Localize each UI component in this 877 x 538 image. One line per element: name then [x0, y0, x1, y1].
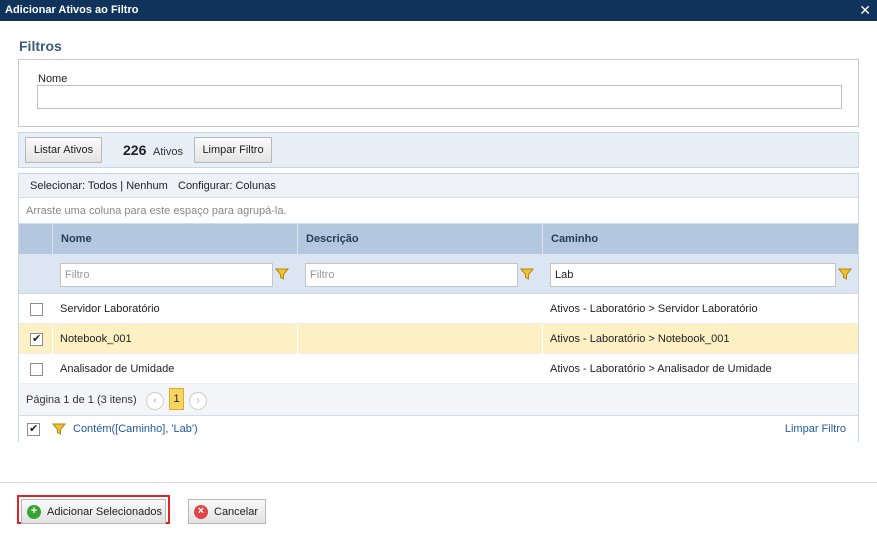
cell-caminho-text: Ativos - Laboratório > Notebook_001	[550, 333, 730, 345]
cell-caminho: Ativos - Laboratório > Analisador de Umi…	[542, 354, 858, 383]
dialog-title: Adicionar Ativos ao Filtro	[5, 4, 139, 16]
cell-nome: Notebook_001	[52, 324, 297, 353]
column-header-label: Nome	[61, 233, 92, 245]
filter-cell-caminho: Lab	[542, 254, 858, 294]
close-icon[interactable]: ✕	[859, 2, 871, 18]
filters-section-title: Filtros	[19, 38, 62, 54]
clear-filter-button[interactable]: Limpar Filtro	[194, 137, 272, 163]
header-select-cell	[19, 224, 52, 254]
assets-grid: Selecionar: Todos | Nenhum Configurar: C…	[18, 173, 859, 442]
grid-header: Nome Descrição Caminho	[19, 224, 858, 254]
add-selected-button[interactable]: + Adicionar Selecionados	[21, 499, 166, 524]
row-checkbox[interactable]	[30, 303, 43, 316]
cell-nome-text: Analisador de Umidade	[60, 363, 175, 375]
name-label: Nome	[38, 73, 68, 85]
cell-caminho-text: Ativos - Laboratório > Servidor Laborató…	[550, 303, 758, 315]
cancel-button[interactable]: × Cancelar	[188, 499, 266, 524]
pager-info: Página 1 de 1 (3 itens)	[26, 394, 137, 406]
dialog-titlebar: Adicionar Ativos ao Filtro ✕	[0, 0, 877, 21]
name-input[interactable]	[37, 85, 842, 109]
filter-funnel-icon[interactable]	[838, 267, 852, 281]
filter-funnel-icon[interactable]	[520, 267, 534, 281]
clear-filter-link[interactable]: Limpar Filtro	[785, 423, 846, 435]
list-assets-button[interactable]: Listar Ativos	[25, 137, 102, 163]
cancel-label: Cancelar	[214, 506, 259, 518]
cancel-icon: ×	[194, 505, 208, 519]
cell-caminho-text: Ativos - Laboratório > Analisador de Umi…	[550, 363, 772, 375]
filter-funnel-icon	[52, 423, 66, 435]
table-row[interactable]: Notebook_001 Ativos - Laboratório > Note…	[19, 324, 858, 354]
row-checkbox[interactable]	[30, 363, 43, 376]
column-header-nome[interactable]: Nome	[52, 224, 297, 254]
current-page-button[interactable]: 1	[169, 388, 184, 410]
cell-nome-text: Notebook_001	[60, 333, 132, 345]
filter-input-caminho[interactable]: Lab	[550, 263, 836, 287]
configure-columns-link[interactable]: Configurar: Colunas	[178, 180, 276, 192]
filter-input-descricao[interactable]: Filtro	[305, 263, 518, 287]
cell-nome: Servidor Laboratório	[52, 294, 297, 323]
cell-caminho: Ativos - Laboratório > Notebook_001	[542, 324, 858, 353]
asset-count-label: Ativos	[153, 146, 183, 158]
column-header-label: Caminho	[551, 233, 599, 245]
cell-descricao	[297, 324, 542, 353]
cell-descricao	[297, 294, 542, 323]
name-filter-panel: Nome	[18, 59, 859, 127]
grid-top-bar: Selecionar: Todos | Nenhum Configurar: C…	[19, 174, 858, 198]
row-checkbox[interactable]	[30, 332, 43, 346]
group-panel[interactable]: Arraste uma coluna para este espaço para…	[19, 198, 858, 224]
next-page-icon[interactable]: ›	[189, 392, 207, 410]
cell-nome-text: Servidor Laboratório	[60, 303, 160, 315]
table-row[interactable]: Servidor Laboratório Ativos - Laboratóri…	[19, 294, 858, 324]
cell-caminho: Ativos - Laboratório > Servidor Laborató…	[542, 294, 858, 323]
grid-filter-row: Filtro Filtro Lab	[19, 254, 858, 294]
filter-cell-nome: Filtro	[52, 254, 297, 294]
table-row[interactable]: Analisador de Umidade Ativos - Laboratór…	[19, 354, 858, 384]
prev-page-icon[interactable]: ‹	[146, 392, 164, 410]
column-header-label: Descrição	[306, 233, 359, 245]
filter-expression-bar: Contém([Caminho], 'Lab') Limpar Filtro	[19, 416, 858, 442]
cell-nome: Analisador de Umidade	[52, 354, 297, 383]
grid-pager: Página 1 de 1 (3 itens) ‹ 1 ›	[19, 384, 858, 416]
divider	[0, 482, 877, 483]
filter-cell-descricao: Filtro	[297, 254, 542, 294]
grid-toolbar: Listar Ativos 226 Ativos Limpar Filtro	[18, 132, 859, 168]
add-icon: +	[27, 505, 41, 519]
filter-expression-link[interactable]: Contém([Caminho], 'Lab')	[73, 423, 198, 435]
column-header-descricao[interactable]: Descrição	[297, 224, 542, 254]
filter-enabled-checkbox[interactable]	[27, 422, 40, 436]
select-links[interactable]: Selecionar: Todos | Nenhum	[30, 180, 168, 192]
filter-input-nome[interactable]: Filtro	[60, 263, 273, 287]
column-header-caminho[interactable]: Caminho	[542, 224, 858, 254]
cell-descricao	[297, 354, 542, 383]
asset-count: 226	[123, 142, 147, 158]
filter-funnel-icon[interactable]	[275, 267, 289, 281]
add-selected-label: Adicionar Selecionados	[47, 506, 162, 518]
group-hint: Arraste uma coluna para este espaço para…	[26, 205, 287, 217]
